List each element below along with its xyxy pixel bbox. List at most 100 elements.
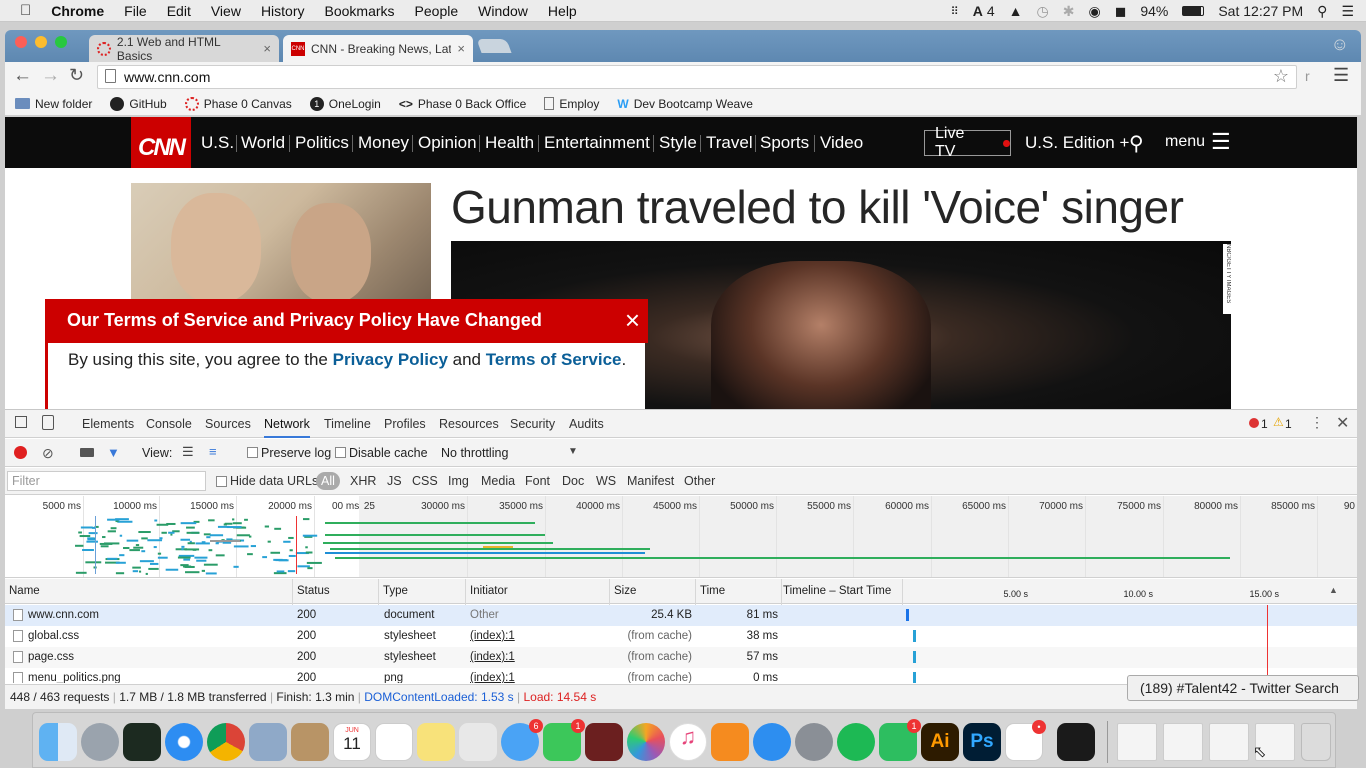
spotify-icon[interactable]: [837, 723, 875, 761]
incognito-profile-icon[interactable]: ☺: [1331, 34, 1349, 55]
filter-input[interactable]: Filter: [7, 471, 206, 491]
disable-cache-label[interactable]: Disable cache: [349, 446, 428, 460]
bookmark-onelogin[interactable]: 1 OneLogin: [309, 96, 381, 111]
adobe-icon[interactable]: A: [973, 3, 983, 19]
terminal-icon[interactable]: [1057, 723, 1095, 761]
image-capture-icon[interactable]: [459, 723, 497, 761]
network-overview-timeline[interactable]: 5000 ms 10000 ms 15000 ms 20000 ms 25 00 ms 30…: [5, 496, 1357, 578]
hide-data-urls-label[interactable]: Hide data URLs: [230, 474, 318, 488]
photo-booth-icon[interactable]: [585, 723, 623, 761]
col-time[interactable]: Time: [700, 585, 725, 597]
app-store-icon[interactable]: [753, 723, 791, 761]
nav-video[interactable]: Video: [820, 133, 863, 153]
clear-button-icon[interactable]: ⊘: [42, 445, 54, 462]
tab-resources[interactable]: Resources: [439, 417, 499, 431]
window-zoom-button[interactable]: [55, 36, 67, 48]
filter-js[interactable]: JS: [387, 474, 402, 488]
back-button-icon[interactable]: ←: [13, 65, 32, 87]
dictation-icon[interactable]: ⠿: [951, 5, 959, 18]
battery-icon[interactable]: [1182, 6, 1205, 16]
volume-icon[interactable]: ◼: [1115, 3, 1127, 20]
error-count[interactable]: 1: [1261, 417, 1268, 431]
filter-other[interactable]: Other: [684, 474, 715, 488]
inspect-element-icon[interactable]: [15, 416, 27, 428]
table-row[interactable]: page.css 200 stylesheet (index):1 (from …: [5, 647, 1357, 668]
row-initiator-link[interactable]: (index):1: [470, 651, 515, 663]
filter-doc[interactable]: Doc: [562, 474, 584, 488]
clock[interactable]: Sat 12:27 PM: [1218, 3, 1303, 19]
bookmark-employ[interactable]: Employ: [544, 97, 599, 111]
filter-font[interactable]: Font: [525, 474, 550, 488]
address-bar[interactable]: www.cnn.com ☆: [97, 65, 1297, 89]
calendar-icon[interactable]: JUN 11: [333, 723, 371, 761]
error-icon[interactable]: [1249, 418, 1259, 428]
hamburger-menu-icon[interactable]: ☰: [1211, 129, 1231, 155]
disable-cache-checkbox[interactable]: [335, 447, 346, 458]
privacy-policy-link[interactable]: Privacy Policy: [333, 350, 448, 369]
bookmark-github[interactable]: GitHub: [110, 96, 167, 111]
nav-sports[interactable]: Sports: [760, 133, 809, 153]
forward-button-icon[interactable]: →: [41, 65, 60, 87]
live-tv-button[interactable]: Live TV: [924, 125, 1011, 160]
illustrator-icon[interactable]: Ai: [921, 723, 959, 761]
filter-manifest[interactable]: Manifest: [627, 474, 674, 488]
minimized-window-thumb[interactable]: [1117, 723, 1157, 761]
menu-label[interactable]: menu: [1165, 133, 1205, 151]
itunes-icon[interactable]: ♫: [669, 723, 707, 761]
edition-selector[interactable]: U.S. Edition +: [1025, 133, 1129, 153]
filter-media[interactable]: Media: [481, 474, 515, 488]
bookmark-phase0-canvas[interactable]: Phase 0 Canvas: [184, 96, 292, 111]
notification-center-icon[interactable]: ☰: [1341, 3, 1354, 20]
photos-icon[interactable]: [627, 723, 665, 761]
nav-entertainment[interactable]: Entertainment: [544, 133, 650, 153]
tab-close-icon[interactable]: ×: [263, 41, 271, 56]
slack-icon[interactable]: •: [1005, 720, 1046, 761]
throttling-select[interactable]: No throttling: [441, 446, 508, 460]
bookmark-star-icon[interactable]: ☆: [1273, 66, 1289, 87]
new-tab-button[interactable]: [476, 39, 512, 53]
nav-politics[interactable]: Politics: [295, 133, 349, 153]
col-name[interactable]: Name: [9, 585, 40, 597]
terms-of-service-link[interactable]: Terms of Service: [486, 350, 622, 369]
preserve-log-checkbox[interactable]: [247, 447, 258, 458]
extension-button[interactable]: r: [1305, 68, 1310, 84]
tab-audits[interactable]: Audits: [569, 417, 604, 431]
window-minimize-button[interactable]: [35, 36, 47, 48]
page-info-icon[interactable]: [105, 69, 116, 83]
col-initiator[interactable]: Initiator: [470, 585, 508, 597]
wifi-icon[interactable]: ◉: [1088, 3, 1100, 20]
tab-close-icon[interactable]: ×: [457, 41, 465, 56]
menu-window[interactable]: Window: [478, 3, 528, 19]
ibooks-icon[interactable]: [711, 723, 749, 761]
tab-network[interactable]: Network: [264, 417, 310, 438]
tab-cnn[interactable]: CNN CNN - Breaking News, Late ×: [283, 35, 473, 62]
bookmark-weave[interactable]: W Dev Bootcamp Weave: [617, 97, 753, 111]
row-initiator-link[interactable]: (index):1: [470, 672, 515, 683]
notes-icon[interactable]: [417, 723, 455, 761]
nav-us[interactable]: U.S.: [201, 133, 234, 153]
tab-profiles[interactable]: Profiles: [384, 417, 426, 431]
contacts-icon[interactable]: [291, 723, 329, 761]
window-close-button[interactable]: [15, 36, 27, 48]
reminders-icon[interactable]: [375, 723, 413, 761]
filter-css[interactable]: CSS: [412, 474, 438, 488]
evernote-dock-icon[interactable]: 1: [879, 719, 921, 761]
tab-sources[interactable]: Sources: [205, 417, 251, 431]
tab-timeline[interactable]: Timeline: [324, 417, 371, 431]
sort-ascending-icon[interactable]: ▲: [1329, 585, 1338, 595]
trash-icon[interactable]: [1301, 723, 1331, 761]
warning-count[interactable]: 1: [1285, 417, 1292, 431]
tab-console[interactable]: Console: [146, 417, 192, 431]
table-row[interactable]: global.css 200 stylesheet (index):1 (fro…: [5, 626, 1357, 647]
launchpad-icon[interactable]: [81, 723, 119, 761]
tab-web-html-basics[interactable]: 2.1 Web and HTML Basics ×: [89, 35, 279, 63]
nav-health[interactable]: Health: [485, 133, 534, 153]
large-rows-icon[interactable]: ☰: [182, 444, 194, 460]
nav-style[interactable]: Style: [659, 133, 697, 153]
col-size[interactable]: Size: [614, 585, 636, 597]
device-mode-icon[interactable]: [42, 415, 54, 430]
menu-app-chrome[interactable]: Chrome: [51, 3, 104, 19]
throttling-dropdown-icon[interactable]: ▼: [568, 446, 578, 457]
menu-edit[interactable]: Edit: [167, 3, 191, 19]
safari-icon[interactable]: [165, 723, 203, 761]
